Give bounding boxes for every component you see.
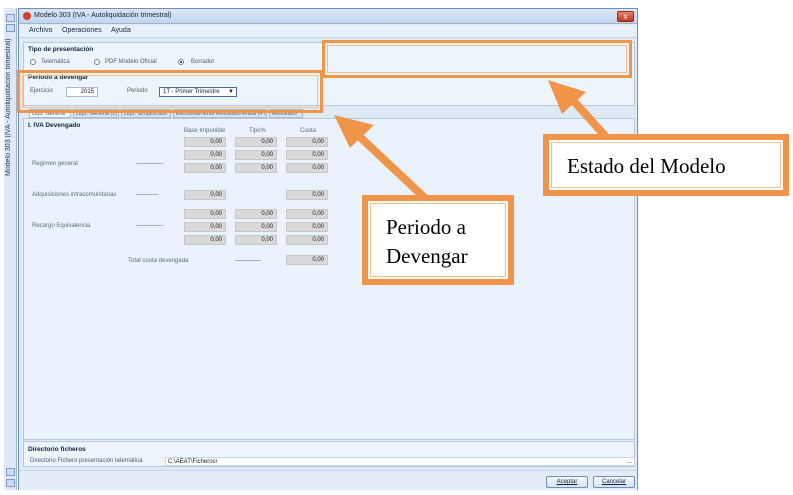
- periodo-callout-line1: Periodo a: [386, 215, 466, 239]
- arrow-to-periodo: [334, 115, 430, 203]
- estado-callout: Estado del Modelo: [543, 134, 789, 196]
- arrow-to-estado: [548, 80, 610, 141]
- periodo-callout-line2: Devengar: [386, 244, 468, 268]
- estado-callout-text: Estado del Modelo: [567, 154, 726, 178]
- periodo-callout: Periodo a Devengar: [362, 195, 514, 285]
